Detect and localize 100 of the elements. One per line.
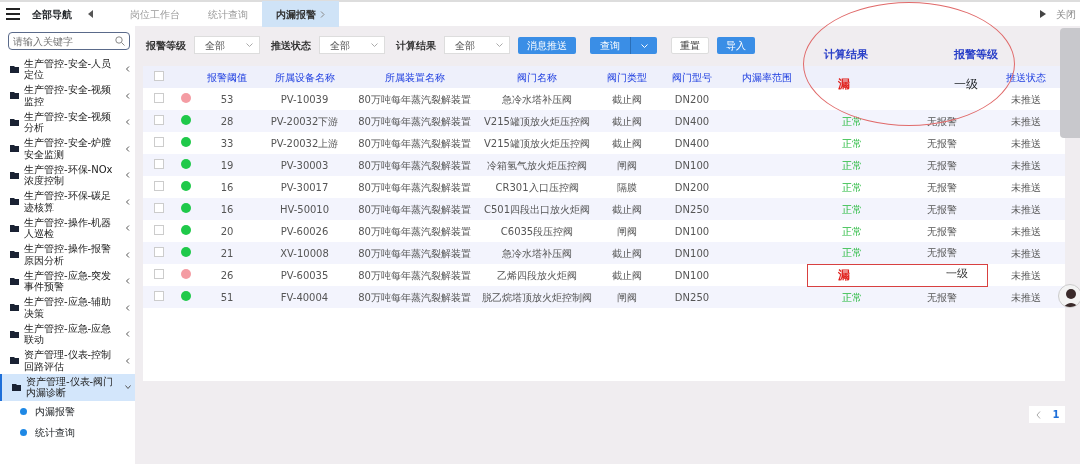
sidebar-item[interactable]: 生产管控-应急-应急联动	[0, 321, 135, 348]
reset-button[interactable]: 重置	[671, 36, 709, 54]
chevron-icon	[125, 198, 131, 205]
table-cell: 未推送	[1011, 291, 1041, 303]
checkbox[interactable]	[154, 136, 164, 147]
table-cell: 80万吨每年蒸汽裂解装置	[358, 137, 471, 149]
sidebar-subitem[interactable]: 统计查询	[0, 421, 135, 443]
search-field[interactable]: 请输入关键字	[8, 32, 130, 50]
table-cell: 80万吨每年蒸汽裂解装置	[358, 269, 471, 281]
scroll-right-icon[interactable]	[1040, 10, 1046, 18]
table-cell: 无报警	[927, 159, 957, 171]
close-tabs-link[interactable]: 关闭	[1056, 6, 1076, 22]
chevron-icon[interactable]	[320, 10, 325, 18]
sidebar-item[interactable]: 生产管控-环保-碳足迹核算	[0, 188, 135, 215]
table-cell: 51	[220, 291, 234, 303]
table-cell: PV-30003	[280, 159, 329, 171]
page-button[interactable]: 1	[1047, 406, 1065, 423]
checkbox[interactable]	[154, 92, 164, 103]
chevron-icon	[125, 92, 131, 99]
table-cell: 20	[220, 225, 234, 237]
table-cell: C501四段出口放火炬阀	[483, 203, 591, 215]
checkbox[interactable]	[154, 70, 164, 81]
folder-icon	[10, 92, 19, 100]
checkbox[interactable]	[154, 158, 164, 169]
table-cell: 正常	[842, 225, 862, 237]
dropdown-toggle-button[interactable]	[630, 36, 657, 54]
side-panel[interactable]	[1060, 28, 1080, 138]
chevron-icon	[125, 384, 131, 391]
table-cell: 截止阀	[612, 203, 642, 215]
previous-page-button[interactable]	[1029, 406, 1047, 423]
chevron-left-icon	[1035, 410, 1041, 419]
table-cell: 未推送	[1011, 159, 1041, 171]
table-cell: 正常	[842, 115, 862, 127]
table-cell: 26	[220, 269, 234, 281]
column-header: 内漏率范围	[742, 71, 792, 83]
table-cell: 未推送	[1011, 203, 1041, 215]
table-cell: 16	[220, 181, 234, 193]
table-cell: 53	[220, 93, 234, 105]
sidebar-item[interactable]: 生产管控-操作-报警原因分析	[0, 241, 135, 268]
column-header: 所属装置名称	[384, 71, 445, 83]
menu-icon[interactable]	[6, 8, 20, 20]
folder-icon	[10, 198, 19, 206]
bullet-icon	[20, 407, 27, 415]
collapse-icon[interactable]	[88, 10, 94, 18]
table-cell: 正常	[842, 137, 862, 149]
chevron-icon	[125, 225, 131, 232]
table-cell: 21	[220, 247, 234, 259]
table-cell: DN100	[674, 269, 710, 281]
level-text: 一级	[945, 266, 968, 282]
nav-title: 全部导航	[32, 7, 72, 22]
table-cell: 正常	[842, 203, 862, 215]
table-cell: 闸阀	[617, 159, 637, 171]
sidebar-item[interactable]: 资产管理-仪表-阀门内漏诊断	[0, 374, 135, 401]
sidebar-item[interactable]: 生产管控-操作-机器人巡检	[0, 215, 135, 242]
checkbox[interactable]	[154, 114, 164, 125]
table-cell: DN100	[674, 247, 710, 259]
table-cell: V215罐顶放火炬压控阀	[484, 137, 590, 149]
table-cell: 80万吨每年蒸汽裂解装置	[358, 93, 471, 105]
chevron-down-icon	[246, 43, 253, 47]
checkbox[interactable]	[154, 246, 164, 257]
sidebar-item[interactable]: 资产管理-仪表-控制回路评估	[0, 347, 135, 374]
checkbox[interactable]	[154, 202, 164, 213]
chevron-down-icon	[371, 43, 378, 47]
table-cell: 80万吨每年蒸汽裂解装置	[358, 247, 471, 259]
table-cell: 截止阀	[612, 247, 642, 259]
sidebar-item[interactable]: 生产管控-应急-辅助决策	[0, 294, 135, 321]
sidebar-item[interactable]: 生产管控-安全-视频分析	[0, 109, 135, 136]
callout-level: 一级	[954, 76, 978, 93]
column-header: 阀门名称	[517, 71, 557, 83]
table-cell: 截止阀	[612, 137, 642, 149]
checkbox[interactable]	[154, 180, 164, 191]
checkbox[interactable]	[154, 290, 164, 301]
column-header: 阀门类型	[607, 71, 647, 83]
filter-select[interactable]: 全部	[444, 36, 510, 54]
sidebar-item[interactable]: 生产管控-安全-视频监控	[0, 82, 135, 109]
table-cell: DN200	[674, 93, 710, 105]
table-cell: 隔膜	[617, 181, 637, 193]
sidebar-item[interactable]: 生产管控-应急-突发事件预警	[0, 268, 135, 295]
checkbox[interactable]	[154, 268, 164, 279]
table-cell: 闸阀	[617, 291, 637, 303]
filter-select[interactable]: 全部	[194, 36, 260, 54]
table-cell: 无报警	[927, 225, 957, 237]
sidebar-item[interactable]: 生产管控-环保-NOx浓度控制	[0, 162, 135, 189]
table-cell: 急冷水塔补压阀	[502, 93, 572, 105]
table-cell: C6035段压控阀	[500, 225, 574, 237]
table-cell: 无报警	[927, 291, 957, 303]
folder-icon	[10, 145, 19, 153]
chevron-down-icon	[640, 43, 648, 48]
table-cell: PV-20032下游	[270, 115, 339, 127]
sidebar-subitem[interactable]: 内漏报警	[0, 400, 135, 422]
callout-header: 报警等级	[954, 47, 998, 63]
folder-icon	[10, 277, 19, 285]
table-cell: FV-40004	[280, 291, 329, 303]
filter-select[interactable]: 全部	[319, 36, 385, 54]
checkbox[interactable]	[154, 224, 164, 235]
sidebar-item[interactable]: 生产管控-安全-人员定位	[0, 56, 135, 83]
table-cell: DN200	[674, 181, 710, 193]
table-cell: DN400	[674, 115, 710, 127]
sidebar-item[interactable]: 生产管控-安全-炉膛安全监测	[0, 135, 135, 162]
tab[interactable]: 内漏报警	[262, 1, 339, 27]
